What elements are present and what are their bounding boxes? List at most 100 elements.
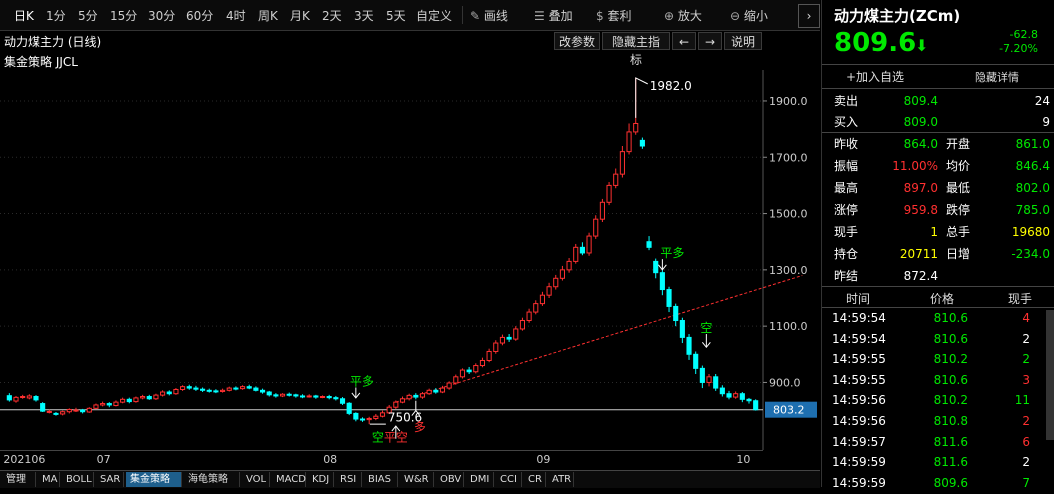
period-toolbar: 日K 1分 5分 15分 30分 60分 4时 周K 月K 2天 3天 5天 自定义 ✎ 画线 ☰ 叠加 $ …: [0, 0, 820, 31]
indicator-tab[interactable]: 管理: [2, 472, 36, 487]
indicator-tab[interactable]: SAR: [96, 472, 124, 487]
candle-body: [439, 387, 446, 393]
period-tab[interactable]: 2天: [322, 7, 342, 24]
candle-body: [313, 395, 319, 398]
help-button[interactable]: 说明: [724, 32, 762, 50]
candle-body: [399, 398, 406, 403]
next-arrow-button[interactable]: →: [698, 32, 722, 50]
candle-body: [493, 342, 499, 352]
stack-tool-button[interactable]: ☰ 叠加: [534, 7, 573, 24]
period-tab[interactable]: 15分: [110, 7, 137, 24]
indicator-tab[interactable]: RSI: [336, 472, 362, 487]
candle-body: [466, 369, 472, 373]
period-tab[interactable]: 5天: [386, 7, 406, 24]
stat-value: 861.0: [1015, 137, 1050, 151]
indicator-tab[interactable]: MACD: [272, 472, 306, 487]
tick-time: 14:59:59: [832, 455, 886, 470]
y-tick-label: 1500.0: [769, 208, 808, 221]
sell-price: 809.4: [903, 94, 938, 108]
last-price: 809.6: [834, 28, 917, 58]
candle-body: [80, 409, 86, 413]
hide-details-button[interactable]: 隐藏详情: [975, 69, 1019, 85]
candle-body: [433, 389, 439, 393]
candle-body: [86, 407, 92, 413]
period-tab[interactable]: 自定义: [416, 7, 452, 24]
indicator-tab[interactable]: MA: [38, 472, 60, 487]
zoom-in-tool-button[interactable]: ⊕ 放大: [664, 7, 702, 24]
candle-body: [46, 410, 52, 413]
stat-label: 最高: [834, 181, 859, 195]
candle-body: [353, 412, 359, 420]
tick-price: 810.2: [933, 352, 968, 367]
stat-label: 现手: [834, 225, 859, 239]
prev-arrow-button[interactable]: ←: [672, 32, 696, 50]
indicator-tab[interactable]: CR: [524, 472, 546, 487]
period-tab[interactable]: 5分: [78, 7, 98, 24]
edit-params-button[interactable]: 改参数: [554, 32, 600, 50]
period-tab[interactable]: 日K: [14, 7, 34, 24]
indicator-tab[interactable]: DMI: [466, 472, 494, 487]
candle-body: [206, 389, 212, 392]
period-tab[interactable]: 4时: [226, 7, 246, 24]
indicator-tab[interactable]: ATR: [548, 472, 574, 487]
down-arrow-icon: ⬇: [915, 36, 929, 55]
tick-volume: 4: [1022, 311, 1030, 325]
period-tab[interactable]: 30分: [148, 7, 175, 24]
candle-body: [559, 269, 565, 279]
tool-label: 叠加: [548, 9, 573, 23]
ticks-header-volume: 现手: [1008, 292, 1033, 306]
candle-body: [713, 376, 719, 389]
candle-body: [706, 376, 712, 383]
indicator-tab[interactable]: W&R: [400, 472, 434, 487]
current-price-label: 803.2: [773, 404, 805, 417]
indicator-tab[interactable]: KDJ: [308, 472, 334, 487]
period-tab[interactable]: 60分: [186, 7, 213, 24]
hide-main-indicator-button[interactable]: 隐藏主指标: [602, 32, 670, 67]
pencil-tool-button[interactable]: ✎ 画线: [470, 7, 508, 24]
candlestick-chart[interactable]: 1900.0 1700.0 1500.0 1300.0 1100.0 900.0 803.2…: [0, 70, 820, 450]
indicator-tab[interactable]: BOLL: [62, 472, 94, 487]
zoom-out-tool-button[interactable]: ⊖ 缩小: [730, 7, 768, 24]
tick-price: 810.2: [933, 393, 968, 408]
indicator-tab[interactable]: 集金策略: [126, 472, 182, 487]
add-watchlist-button[interactable]: +加入自选: [846, 68, 904, 85]
peak-annotation: 1982.0: [650, 79, 692, 93]
period-tab[interactable]: 周K: [258, 7, 278, 24]
candle-body: [259, 389, 266, 393]
candle-body: [639, 139, 645, 147]
candle-body: [366, 417, 372, 421]
candle-body: [579, 246, 585, 254]
candle-body: [113, 401, 119, 407]
tick-time: 14:59:59: [832, 475, 886, 490]
candle-body: [626, 131, 632, 153]
candle-body: [406, 394, 412, 400]
stat-label: 均价: [946, 159, 971, 173]
candle-body: [739, 393, 745, 400]
candle-body: [419, 393, 426, 398]
chart-title: 动力煤主力 (日线): [4, 35, 102, 49]
candle-body: [299, 395, 306, 398]
moneybag-tool-button[interactable]: $ 套利: [596, 7, 631, 24]
candle-body: [173, 388, 179, 395]
indicator-tab[interactable]: 海龟策略: [184, 472, 240, 487]
candle-body: [293, 394, 299, 397]
ticks-scrollbar[interactable]: [1046, 310, 1054, 440]
period-tab[interactable]: 1分: [46, 7, 66, 24]
expand-toolbar-button[interactable]: ›: [798, 4, 820, 28]
sell-label: 卖出: [834, 94, 859, 108]
tick-time: 14:59:55: [832, 372, 886, 387]
indicator-tab[interactable]: VOL: [242, 472, 270, 487]
y-tick-label: 900.0: [769, 376, 801, 389]
indicator-tab[interactable]: CCI: [496, 472, 522, 487]
tick-volume: 2: [1022, 414, 1030, 428]
indicator-tab[interactable]: OBV: [436, 472, 464, 487]
period-tab[interactable]: 月K: [290, 7, 310, 24]
tick-volume: 11: [1014, 393, 1030, 408]
candle-body: [53, 412, 59, 415]
candle-body: [213, 390, 219, 393]
tick-time: 14:59:56: [832, 393, 886, 408]
pencil-icon: ✎: [470, 9, 484, 23]
period-tab[interactable]: 3天: [354, 7, 374, 24]
indicator-tab[interactable]: BIAS: [364, 472, 398, 487]
tick-volume: 2: [1022, 331, 1030, 346]
